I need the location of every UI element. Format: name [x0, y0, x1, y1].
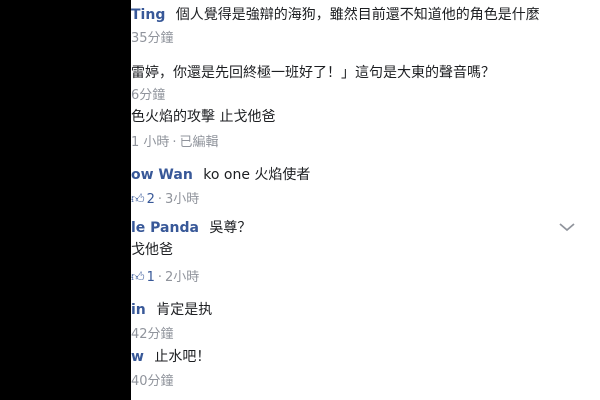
comment-5-meta: 👍︎ 1 · 2小時: [131, 268, 199, 288]
commenter-name[interactable]: w: [131, 349, 144, 365]
comment-1-meta: 35分鐘: [131, 29, 174, 49]
comment-text-continued: 戈他爸: [131, 242, 173, 258]
meta-separator: ·: [157, 192, 163, 207]
comment-7: w 止水吧！: [131, 347, 210, 367]
meta-separator: ·: [157, 270, 163, 285]
chevron-down-icon[interactable]: [558, 220, 576, 234]
like-count[interactable]: 2: [147, 192, 155, 207]
timestamp-link[interactable]: 40分鐘: [131, 374, 174, 389]
comment-text: ko one 火焰使者: [203, 167, 311, 183]
comment-6-meta: 42分鐘: [131, 325, 174, 345]
commenter-name[interactable]: le Panda: [131, 220, 199, 236]
comment-7-meta: 40分鐘: [131, 372, 174, 392]
commenter-name[interactable]: in: [131, 302, 146, 318]
comment-2: 雷婷，你還是先回終極一班好了！」這句是大東的聲音嗎？: [131, 63, 495, 83]
comment-text: 色火焰的攻擊 止戈他爸: [131, 109, 276, 125]
like-count[interactable]: 1: [147, 270, 155, 285]
comment-text: 肯定是执: [156, 302, 213, 318]
comment-3: 色火焰的攻擊 止戈他爸: [131, 107, 275, 127]
comment-text: 吳尊？: [209, 220, 252, 236]
meta-separator: ·: [172, 135, 177, 150]
timestamp-link[interactable]: 42分鐘: [131, 327, 174, 342]
commenter-name[interactable]: ow Wan: [131, 167, 193, 183]
thumbs-up-icon[interactable]: 👍︎: [131, 270, 145, 285]
redaction-block: [0, 0, 131, 400]
timestamp-link[interactable]: 1 小時: [131, 135, 169, 150]
timestamp-link[interactable]: 2小時: [165, 270, 199, 285]
thumbs-up-icon[interactable]: 👍︎: [131, 192, 145, 207]
comment-4-meta: 👍︎ 2 · 3小時: [131, 190, 199, 210]
comment-text: 雷婷，你還是先回終極一班好了！」這句是大東的聲音嗎？: [131, 65, 495, 81]
edited-label[interactable]: 已編輯: [180, 135, 219, 150]
comment-3-meta: 1 小時 · 已編輯: [131, 133, 219, 153]
timestamp-link[interactable]: 3小時: [165, 192, 199, 207]
comment-5-line2: 戈他爸: [131, 240, 173, 260]
comment-1: Ting 個人覺得是強辯的海狗，雖然目前還不知道他的角色是什麼: [131, 5, 540, 25]
comment-6: in 肯定是执: [131, 300, 212, 320]
comment-2-meta: 6分鐘: [131, 86, 165, 106]
timestamp-link[interactable]: 6分鐘: [131, 88, 165, 103]
comment-4: ow Wan ko one 火焰使者: [131, 165, 310, 185]
comment-5: le Panda 吳尊？: [131, 218, 251, 238]
timestamp-link[interactable]: 35分鐘: [131, 31, 174, 46]
commenter-name[interactable]: Ting: [131, 7, 165, 23]
comment-text: 個人覺得是強辯的海狗，雖然目前還不知道他的角色是什麼: [175, 7, 540, 23]
comment-text: 止水吧！: [154, 349, 211, 365]
